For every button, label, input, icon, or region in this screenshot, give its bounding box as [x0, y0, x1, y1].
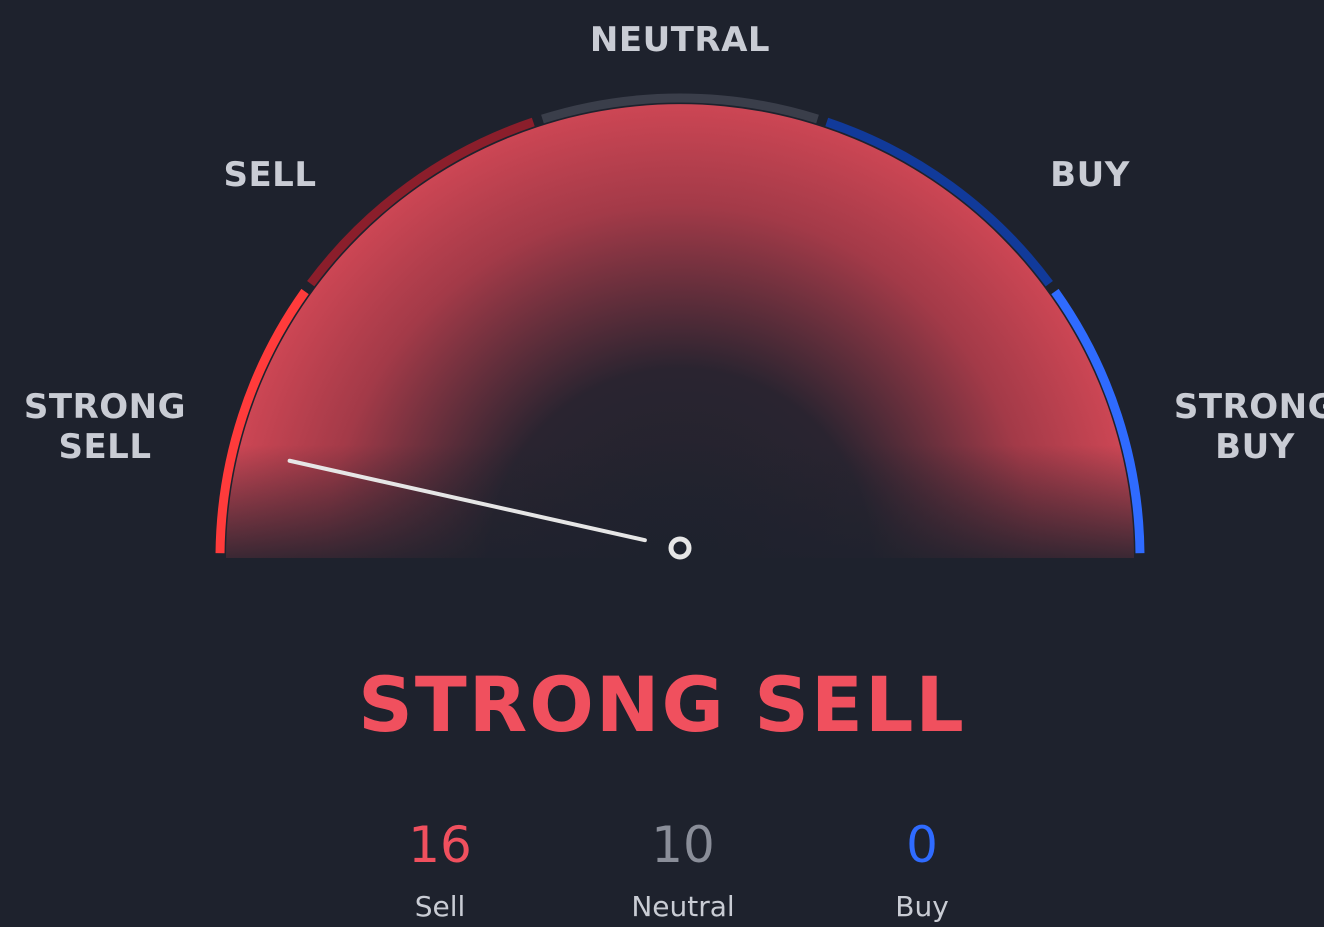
count-sell-value: 16 — [408, 816, 472, 874]
count-neutral: 10 Neutral — [583, 815, 783, 927]
label-strong-buy: STRONG BUY — [1160, 387, 1324, 467]
label-buy-text: BUY — [1050, 155, 1130, 195]
summary-rating: STRONG SELL — [358, 660, 966, 749]
label-strong-sell-line1: STRONG — [23, 387, 187, 427]
count-neutral-label: Neutral — [631, 890, 735, 923]
count-buy-label: Buy — [895, 890, 949, 923]
label-sell: SELL — [170, 155, 370, 195]
label-strong-buy-line1: STRONG — [1173, 387, 1324, 427]
count-buy: 0 Buy — [822, 815, 1022, 927]
count-sell-label: Sell — [414, 890, 466, 923]
label-buy: BUY — [990, 155, 1190, 195]
count-sell: 16 Sell — [340, 815, 540, 927]
label-neutral: NEUTRAL — [540, 20, 820, 60]
count-neutral-value: 10 — [651, 816, 715, 874]
label-sell-text: SELL — [223, 155, 317, 195]
label-strong-buy-line2: BUY — [1215, 427, 1295, 467]
count-buy-value: 0 — [906, 816, 938, 874]
label-strong-sell-line2: SELL — [58, 427, 152, 467]
label-neutral-text: NEUTRAL — [589, 20, 771, 60]
label-strong-sell: STRONG SELL — [10, 387, 200, 467]
